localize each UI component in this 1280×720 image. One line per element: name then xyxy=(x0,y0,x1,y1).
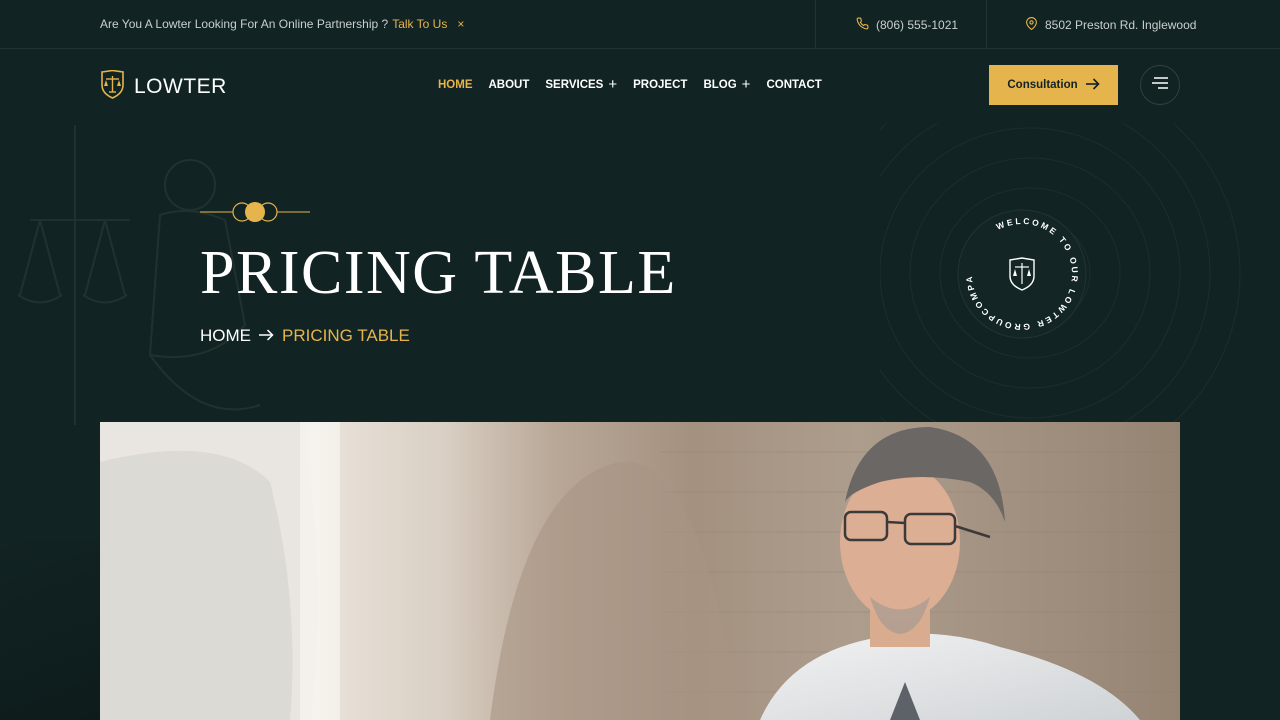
arrow-right-icon xyxy=(1085,77,1100,93)
page-title: PRICING TABLE xyxy=(200,239,677,307)
nav-label: HOME xyxy=(438,79,473,91)
talk-to-us-link[interactable]: Talk To Us xyxy=(392,17,447,31)
decorative-panel xyxy=(0,540,100,720)
main-header: LOWTER HOME ABOUT SERVICES + PROJECT BLO… xyxy=(0,49,1280,123)
nav-item-services[interactable]: SERVICES + xyxy=(545,77,617,92)
topbar-divider xyxy=(986,0,987,48)
nav-label: SERVICES xyxy=(545,79,604,91)
plus-icon[interactable]: + xyxy=(742,77,751,92)
menu-button[interactable] xyxy=(1140,65,1180,105)
shield-scales-icon xyxy=(100,69,125,104)
brand-name: LOWTER xyxy=(134,75,227,98)
top-bar: Are You A Lowter Looking For An Online P… xyxy=(0,0,1280,49)
promo-text: Are You A Lowter Looking For An Online P… xyxy=(100,17,389,31)
main-nav: HOME ABOUT SERVICES + PROJECT BLOG + CON… xyxy=(438,77,838,92)
phone-number: (806) 555-1021 xyxy=(876,18,959,32)
nav-label: BLOG xyxy=(703,79,737,91)
phone-contact[interactable]: (806) 555-1021 xyxy=(856,17,958,33)
rotating-welcome-badge: WELCOME TO OUR LOWTER GROUPCOMPANY xyxy=(954,206,1087,339)
nav-label: PROJECT xyxy=(633,79,688,91)
arrow-right-icon xyxy=(259,326,274,346)
nav-item-about[interactable]: ABOUT xyxy=(489,79,530,91)
brand-logo[interactable]: LOWTER xyxy=(100,69,227,104)
promo-banner: Are You A Lowter Looking For An Online P… xyxy=(100,17,464,31)
breadcrumb-current: PRICING TABLE xyxy=(282,326,410,345)
hero-photo xyxy=(100,422,1180,720)
location-pin-icon xyxy=(1025,17,1038,33)
hamburger-menu-icon xyxy=(1152,76,1168,94)
address-text: 8502 Preston Rd. Inglewood xyxy=(1045,18,1197,32)
lawyer-photo-illustration xyxy=(100,422,1180,720)
nav-label: ABOUT xyxy=(488,79,530,91)
nav-item-home[interactable]: HOME xyxy=(438,79,473,91)
consultation-label: Consultation xyxy=(1007,79,1078,91)
close-icon[interactable]: × xyxy=(457,17,464,31)
consultation-button[interactable]: Consultation xyxy=(989,65,1118,105)
nav-item-project[interactable]: PROJECT xyxy=(633,79,687,91)
title-ornament xyxy=(200,202,310,222)
nav-item-blog[interactable]: BLOG + xyxy=(703,77,751,92)
nav-label: CONTACT xyxy=(766,79,822,91)
phone-icon xyxy=(856,17,869,33)
breadcrumb: HOME PRICING TABLE xyxy=(200,326,410,346)
breadcrumb-home-link[interactable]: HOME xyxy=(200,326,251,346)
nav-item-contact[interactable]: CONTACT xyxy=(766,79,821,91)
plus-icon[interactable]: + xyxy=(608,77,617,92)
address-contact: 8502 Preston Rd. Inglewood xyxy=(1025,17,1196,33)
topbar-divider xyxy=(815,0,816,48)
